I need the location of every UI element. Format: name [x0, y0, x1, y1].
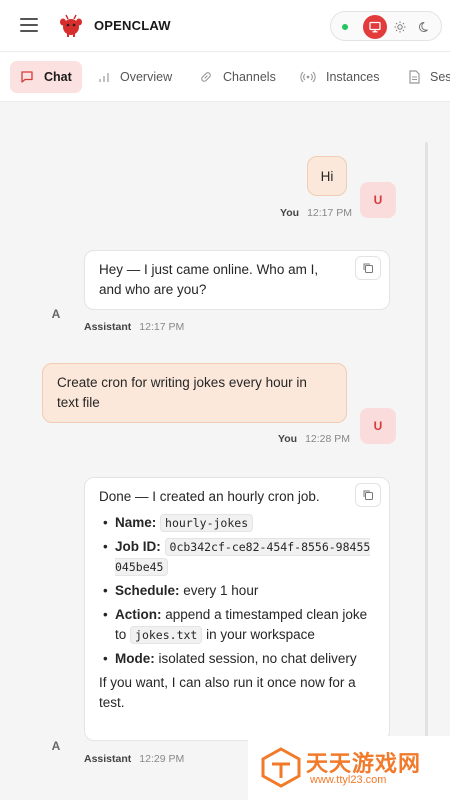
menu-icon[interactable]: [20, 18, 38, 32]
moon-icon: [419, 21, 428, 32]
tab-channels[interactable]: Channels: [199, 61, 276, 93]
tab-sessions-label: Ses: [430, 70, 450, 84]
message-text: Hi: [320, 169, 334, 184]
message-meta: You 12:17 PM: [280, 207, 353, 219]
message-text: Hey — I just came online. Who am I, and …: [99, 262, 319, 297]
tab-channels-label: Channels: [223, 70, 276, 84]
monitor-theme-button[interactable]: [363, 15, 387, 39]
monitor-icon: [369, 21, 381, 33]
watermark-url: www.ttyl23.com: [310, 774, 387, 786]
copy-icon: [363, 490, 373, 500]
connection-status-indicator: [342, 24, 348, 30]
cron-details-list: Name: hourly-jokes Job ID: 0cb342cf-ce82…: [99, 513, 375, 669]
list-item: Schedule: every 1 hour: [99, 581, 375, 601]
link-icon: [201, 72, 211, 82]
tab-chat-label: Chat: [44, 70, 72, 84]
dark-theme-button[interactable]: [413, 15, 437, 39]
user-message-bubble: Create cron for writing jokes every hour…: [42, 363, 347, 423]
copy-button[interactable]: [355, 256, 381, 280]
message-outro: If you want, I can also run it once now …: [99, 675, 356, 710]
message-meta: You 12:28 PM: [278, 433, 351, 445]
tab-chat[interactable]: Chat: [10, 61, 82, 93]
bar-chart-icon: [99, 73, 109, 82]
list-item: Name: hourly-jokes: [99, 513, 375, 533]
list-item: Mode: isolated session, no chat delivery: [99, 649, 375, 669]
broadcast-icon: [300, 71, 316, 83]
job-name-code: hourly-jokes: [160, 514, 254, 532]
chat-scrollbar[interactable]: [425, 142, 428, 792]
brand-name: OPENCLAW: [94, 18, 171, 33]
chat-thread[interactable]: Hi U You 12:17 PM Hey — I just came onlin…: [0, 102, 450, 800]
watermark-logo-icon: [261, 747, 301, 788]
sun-icon: [394, 21, 406, 33]
light-theme-button[interactable]: [388, 15, 412, 39]
openclaw-logo: [60, 14, 82, 37]
message-meta: Assistant 12:17 PM: [84, 321, 185, 333]
assistant-message-bubble: Hey — I just came online. Who am I, and …: [84, 250, 390, 310]
top-bar: OPENCLAW: [0, 0, 450, 52]
copy-button[interactable]: [355, 483, 381, 507]
list-item: Job ID: 0cb342cf-ce82-454f-8556-98455045…: [99, 537, 375, 577]
message-intro: Done — I created an hourly cron job.: [99, 489, 320, 504]
chat-icon: [21, 71, 33, 83]
copy-icon: [363, 263, 373, 273]
document-icon: [409, 70, 420, 84]
avatar: U: [360, 408, 396, 444]
avatar: A: [51, 307, 61, 321]
nav-tabs: Chat Overview Channels Instances Ses: [0, 52, 450, 102]
avatar: U: [360, 182, 396, 218]
tab-sessions[interactable]: Ses: [408, 61, 450, 93]
file-name-code: jokes.txt: [130, 626, 203, 644]
tab-instances[interactable]: Instances: [300, 61, 380, 93]
theme-controls: [330, 11, 442, 41]
message-text: Create cron for writing jokes every hour…: [57, 375, 307, 410]
tab-overview-label: Overview: [120, 70, 173, 84]
tab-instances-label: Instances: [326, 70, 380, 84]
tab-overview[interactable]: Overview: [98, 61, 172, 93]
avatar: A: [51, 739, 61, 753]
message-meta: Assistant 12:29 PM: [84, 753, 185, 765]
assistant-message-bubble: Done — I created an hourly cron job. Nam…: [84, 477, 390, 741]
user-message-bubble: Hi: [307, 156, 347, 196]
list-item: Action: append a timestamped clean joke …: [99, 605, 375, 645]
watermark: 天天游戏网 www.ttyl23.com: [248, 736, 450, 800]
